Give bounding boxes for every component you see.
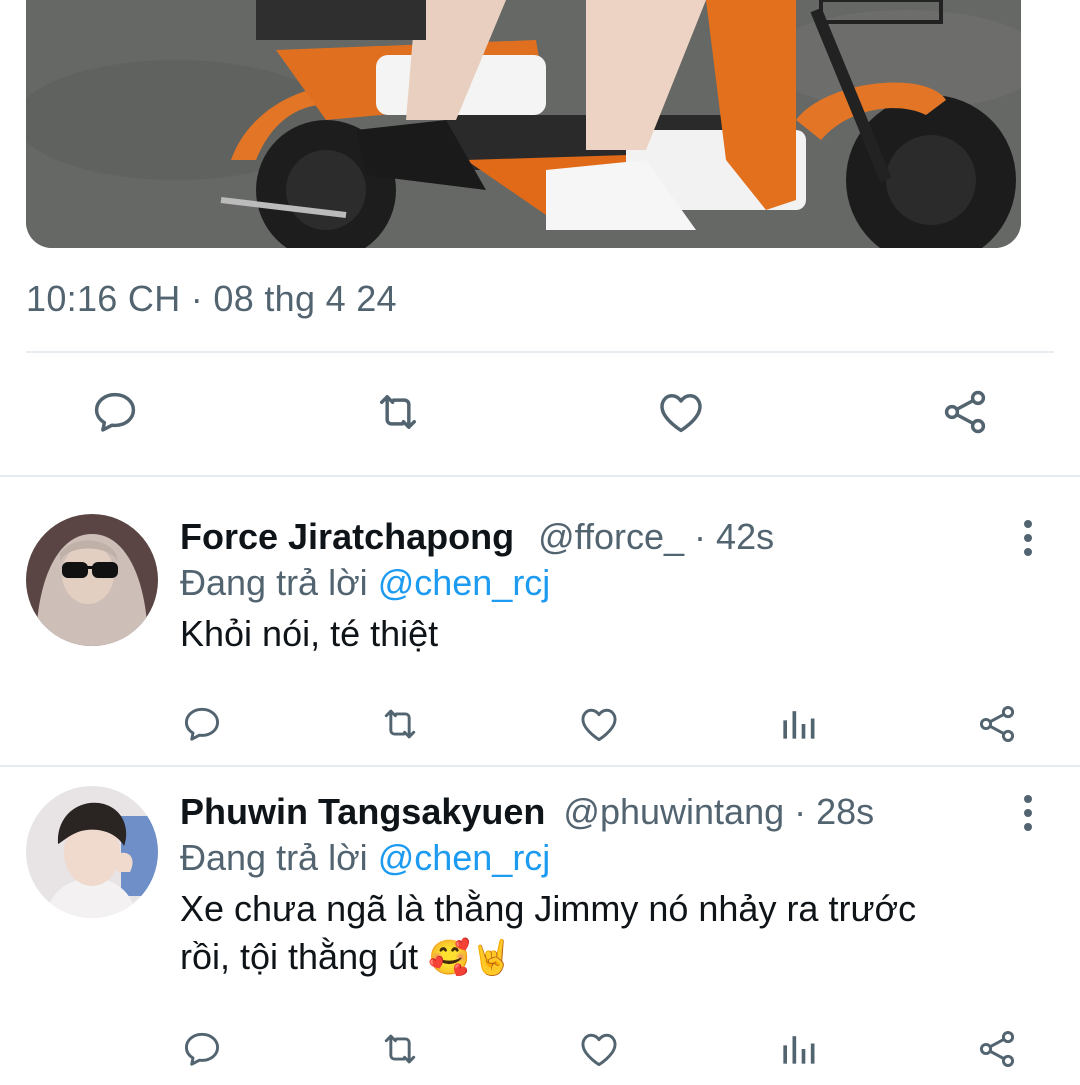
retweet-icon[interactable] [378, 1027, 422, 1071]
reply-text-line: rồi, tội thằng út 🥰🤘 [180, 933, 1040, 982]
avatar[interactable] [26, 514, 158, 646]
mention-link[interactable]: @chen_rcj [378, 562, 551, 603]
user-handle[interactable]: @phuwintang [563, 791, 784, 832]
more-options-icon[interactable] [1020, 793, 1036, 833]
like-icon[interactable] [577, 1027, 621, 1071]
divider [26, 351, 1054, 353]
mention-link[interactable]: @chen_rcj [378, 837, 551, 878]
reply-icon[interactable] [89, 386, 141, 438]
divider [0, 765, 1080, 767]
separator-dot: · [784, 791, 817, 832]
reply-action-bar [0, 1027, 1080, 1071]
share-icon[interactable] [975, 1027, 1019, 1071]
user-handle[interactable]: @fforce_ [538, 516, 684, 557]
analytics-icon[interactable] [776, 1027, 820, 1071]
reply-text: Khỏi nói, té thiệt [180, 610, 1040, 658]
retweet-icon[interactable] [372, 386, 424, 438]
like-icon[interactable] [655, 386, 707, 438]
tweet-photo[interactable] [26, 0, 1021, 248]
reply-time[interactable]: 28s [816, 791, 874, 832]
reply-text: Xe chưa ngã là thằng Jimmy nó nhảy ra tr… [180, 885, 1040, 982]
divider [0, 475, 1080, 477]
replying-prefix: Đang trả lời [180, 837, 378, 878]
reply-text-segment: rồi, tội thằng út [180, 936, 429, 977]
retweet-icon[interactable] [378, 702, 422, 746]
reply-action-bar [0, 702, 1080, 746]
reply-header: Force Jiratchapong @fforce_ · 42s [180, 516, 774, 558]
reply-text-line: Xe chưa ngã là thằng Jimmy nó nhảy ra tr… [180, 888, 917, 929]
share-icon[interactable] [975, 702, 1019, 746]
reply-time[interactable]: 42s [716, 516, 774, 557]
avatar[interactable] [26, 786, 158, 918]
tweet-action-bar [0, 386, 1080, 438]
replying-to: Đang trả lời @chen_rcj [180, 562, 550, 604]
display-name[interactable]: Phuwin Tangsakyuen [180, 791, 545, 832]
more-options-icon[interactable] [1020, 518, 1036, 558]
replying-prefix: Đang trả lời [180, 562, 378, 603]
reply-text-line: Khỏi nói, té thiệt [180, 613, 439, 654]
separator-dot: · [684, 516, 717, 557]
display-name[interactable]: Force Jiratchapong [180, 516, 514, 557]
like-icon[interactable] [577, 702, 621, 746]
reply-icon[interactable] [180, 702, 224, 746]
share-icon[interactable] [939, 386, 991, 438]
analytics-icon[interactable] [776, 702, 820, 746]
replying-to: Đang trả lời @chen_rcj [180, 837, 550, 879]
tweet-timestamp[interactable]: 10:16 CH · 08 thg 4 24 [26, 278, 397, 320]
reply-icon[interactable] [180, 1027, 224, 1071]
emoji: 🥰🤘 [428, 938, 513, 978]
scooter-illustration [26, 0, 1021, 248]
reply-header: Phuwin Tangsakyuen @phuwintang · 28s [180, 791, 874, 833]
